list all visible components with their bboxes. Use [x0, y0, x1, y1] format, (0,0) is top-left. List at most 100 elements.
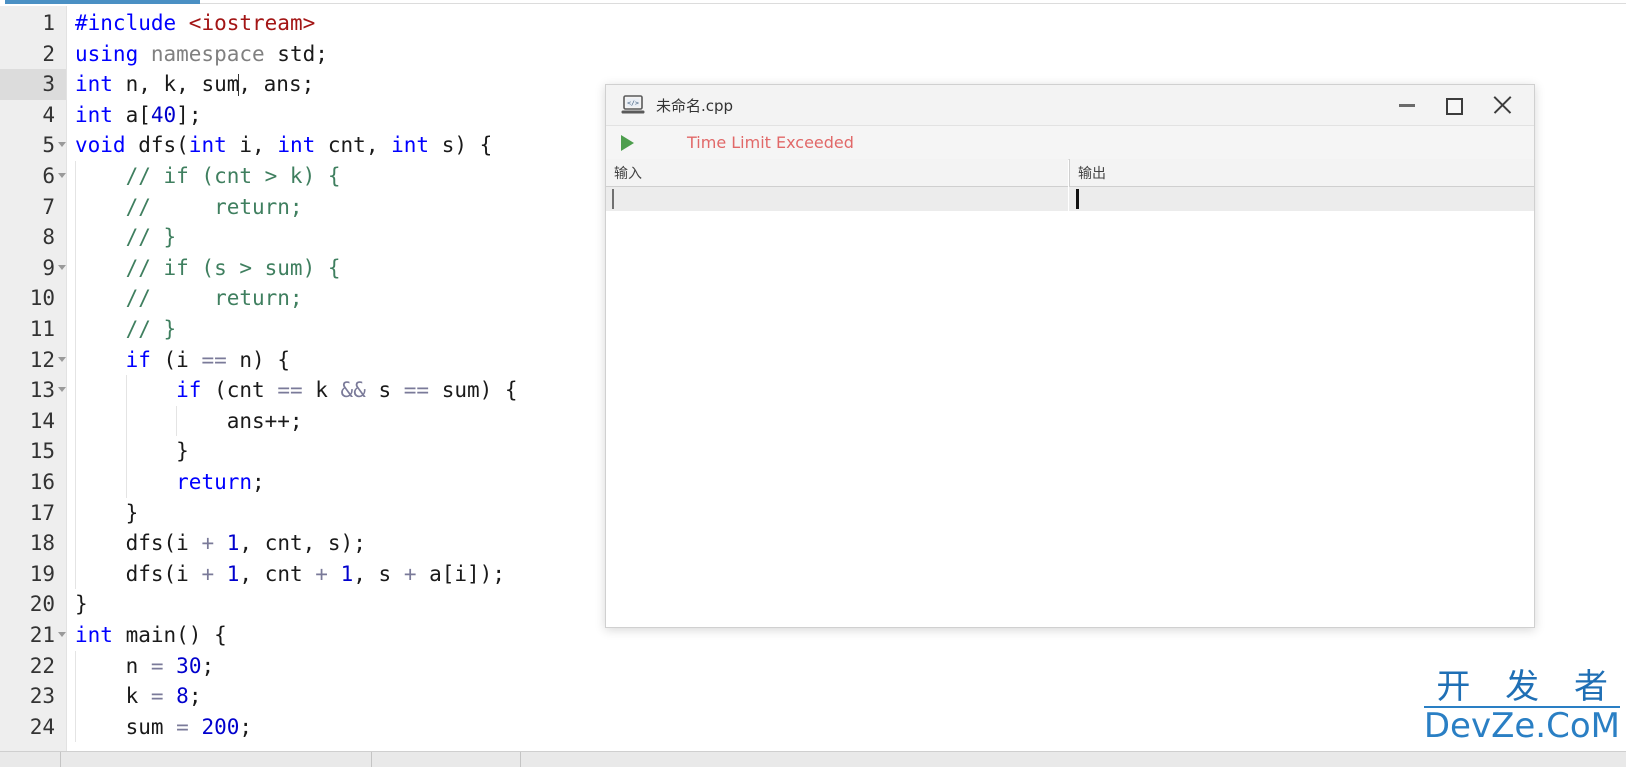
code-token: } [75, 439, 189, 464]
code-token: dfs(i [75, 561, 202, 586]
code-token: , cnt, s); [239, 531, 366, 556]
gutter-line[interactable]: 10 [0, 283, 67, 314]
line-number: 1 [42, 11, 55, 35]
gutter-line[interactable]: 17 [0, 498, 67, 529]
code-line[interactable]: // } [75, 314, 177, 345]
line-number: 19 [29, 561, 55, 586]
laptop-code-icon: </> [621, 94, 645, 116]
input-textarea[interactable] [606, 187, 1068, 627]
code-token: n, k, sum [112, 72, 240, 97]
gutter-line[interactable]: 19 [0, 559, 67, 590]
gutter-line[interactable]: 8 [0, 222, 67, 253]
maximize-button[interactable] [1430, 85, 1476, 125]
code-line[interactable]: sum = 200; [75, 712, 253, 743]
gutter-line[interactable]: 18 [0, 528, 67, 559]
minimize-button[interactable] [1384, 85, 1430, 125]
fold-toggle-icon[interactable] [58, 264, 66, 270]
code-line[interactable]: // if (cnt > k) { [75, 161, 341, 192]
gutter-line[interactable]: 24 [0, 712, 67, 743]
code-line[interactable]: } [75, 436, 189, 467]
code-line[interactable]: int n, k, sum, ans; [75, 69, 314, 100]
code-token: 1 [226, 531, 240, 556]
code-line[interactable]: int main() { [75, 620, 227, 651]
dialog-title-bar[interactable]: </> 未命名.cpp [606, 85, 1534, 126]
output-pane[interactable]: 输出 [1069, 159, 1534, 627]
indent-guide [176, 405, 178, 437]
code-line[interactable]: dfs(i + 1, cnt + 1, s + a[i]); [75, 559, 505, 590]
input-pane[interactable]: 输入 [606, 159, 1068, 627]
dialog-title-text: 未命名.cpp [656, 97, 734, 115]
code-line[interactable]: // return; [75, 283, 303, 314]
gutter-line[interactable]: 5 [0, 130, 67, 161]
code-line[interactable]: // return; [75, 192, 303, 223]
code-line[interactable]: void dfs(int i, int cnt, int s) { [75, 130, 492, 161]
code-line[interactable]: return; [75, 467, 265, 498]
gutter-line[interactable]: 20 [0, 589, 67, 620]
code-line[interactable]: // } [75, 222, 177, 253]
gutter-line[interactable]: 1 [0, 8, 67, 39]
code-token: cnt, [315, 133, 392, 158]
gutter-line[interactable]: 14 [0, 406, 67, 437]
play-triangle-icon[interactable] [621, 135, 634, 151]
gutter-line[interactable]: 22 [0, 651, 67, 682]
indent-guide [75, 283, 76, 314]
gutter-line[interactable]: 4 [0, 100, 67, 131]
gutter-line[interactable]: 3 [0, 69, 67, 100]
code-line[interactable]: k = 8; [75, 681, 202, 712]
line-number-gutter[interactable]: 1 2 3 4 5 6 7 8 9 10 11 12 13 14 15 16 17 18 19 20 21 22 23 24 [0, 6, 67, 752]
close-button[interactable] [1482, 85, 1528, 125]
code-token: // return; [75, 194, 303, 219]
status-segment-4 [521, 752, 1626, 767]
fold-toggle-icon[interactable] [58, 356, 66, 362]
run-result-dialog[interactable]: </> 未命名.cpp Time Limit Exceeded 输入 输出 [605, 84, 1535, 628]
code-token: // if (cnt > k) { [75, 164, 341, 188]
code-token: ans++; [75, 408, 303, 433]
code-line[interactable]: ans++; [75, 406, 303, 437]
gutter-line[interactable]: 16 [0, 467, 67, 498]
gutter-line[interactable]: 15 [0, 436, 67, 467]
code-token: ]; [176, 102, 202, 127]
indent-guide [125, 405, 127, 437]
code-token: n) { [226, 347, 290, 372]
code-line[interactable]: using namespace std; [75, 39, 328, 70]
gutter-line[interactable]: 13 [0, 375, 67, 406]
code-token: 200 [201, 714, 240, 739]
output-pane-label: 输出 [1078, 166, 1106, 182]
gutter-line[interactable]: 2 [0, 39, 67, 70]
code-token: std; [264, 41, 328, 66]
code-line[interactable]: dfs(i + 1, cnt, s); [75, 528, 366, 559]
status-segment-3 [372, 752, 521, 767]
gutter-line[interactable]: 23 [0, 681, 67, 712]
code-token: #include [75, 11, 189, 35]
fold-toggle-icon[interactable] [58, 142, 66, 148]
active-tab-indicator[interactable] [5, 0, 200, 4]
code-line[interactable]: int a[40]; [75, 100, 201, 131]
code-line[interactable]: } [75, 498, 139, 529]
fold-toggle-icon[interactable] [58, 387, 66, 393]
code-token: <iostream> [188, 11, 316, 35]
gutter-line[interactable]: 9 [0, 253, 67, 284]
code-token: (cnt [201, 378, 278, 403]
gutter-line[interactable]: 11 [0, 314, 67, 345]
output-textarea[interactable] [1069, 187, 1534, 627]
gutter-line[interactable]: 12 [0, 345, 67, 376]
line-number: 20 [29, 592, 55, 617]
code-line[interactable]: #include <iostream> [75, 8, 315, 39]
code-line[interactable]: if (i == n) { [75, 345, 290, 376]
gutter-line[interactable]: 6 [0, 161, 67, 192]
code-line[interactable]: n = 30; [75, 651, 215, 682]
code-line[interactable]: if (cnt == k && s == sum) { [75, 375, 517, 406]
line-number: 6 [42, 164, 55, 188]
gutter-line[interactable]: 7 [0, 192, 67, 223]
fold-toggle-icon[interactable] [58, 632, 66, 637]
code-token: int [75, 623, 113, 647]
code-token: int [188, 133, 227, 158]
code-line[interactable]: } [75, 589, 88, 620]
code-line[interactable]: // if (s > sum) { [75, 253, 341, 284]
line-number: 5 [42, 133, 55, 158]
gutter-line[interactable]: 21 [0, 620, 67, 651]
output-pane-header: 输出 [1069, 159, 1534, 187]
fold-toggle-icon[interactable] [58, 173, 66, 178]
line-number: 4 [42, 102, 55, 127]
